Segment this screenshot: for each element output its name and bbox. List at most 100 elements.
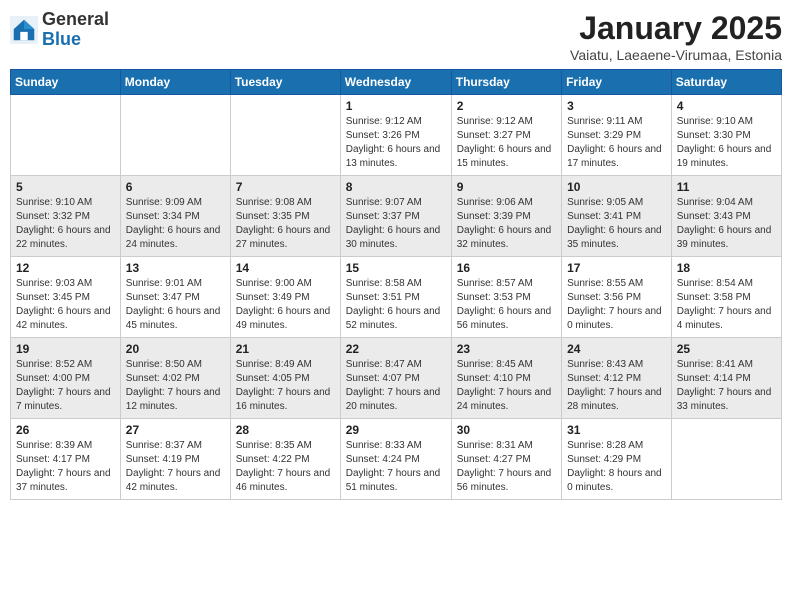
day-info: Sunrise: 8:37 AM Sunset: 4:19 PM Dayligh… [126,439,225,495]
logo-text: General Blue [42,10,109,50]
logo-general: General [42,9,109,29]
calendar-day-cell: 31 Sunrise: 8:28 AM Sunset: 4:29 PM Dayli… [562,419,672,500]
calendar-table: SundayMondayTuesdayWednesdayThursdayFrid… [10,69,782,500]
calendar-day-cell: 6 Sunrise: 9:09 AM Sunset: 3:34 PM Daylig… [120,176,230,257]
calendar-day-cell: 27 Sunrise: 8:37 AM Sunset: 4:19 PM Dayli… [120,419,230,500]
day-info: Sunrise: 9:12 AM Sunset: 3:27 PM Dayligh… [457,115,556,171]
day-number: 24 [567,342,666,356]
calendar-day-cell: 8 Sunrise: 9:07 AM Sunset: 3:37 PM Daylig… [340,176,451,257]
calendar-day-cell [230,95,340,176]
calendar-day-cell: 17 Sunrise: 8:55 AM Sunset: 3:56 PM Dayli… [562,257,672,338]
calendar-day-cell: 5Sunrise: 9:10 AM Sunset: 3:32 PM Daylig… [11,176,121,257]
logo: General Blue [10,10,109,50]
day-number: 30 [457,423,556,437]
calendar-day-cell: 28 Sunrise: 8:35 AM Sunset: 4:22 PM Dayli… [230,419,340,500]
day-number: 10 [567,180,666,194]
day-number: 22 [346,342,446,356]
calendar-day-cell: 29Sunrise: 8:33 AM Sunset: 4:24 PM Dayli… [340,419,451,500]
calendar-day-cell [671,419,781,500]
day-info: Sunrise: 9:06 AM Sunset: 3:39 PM Dayligh… [457,196,556,252]
title-block: January 2025 Vaiatu, Laeaene-Virumaa, Es… [570,10,782,63]
page-header: General Blue January 2025 Vaiatu, Laeaen… [10,10,782,63]
day-number: 23 [457,342,556,356]
calendar-day-cell: 2 Sunrise: 9:12 AM Sunset: 3:27 PM Daylig… [451,95,561,176]
day-info: Sunrise: 8:45 AM Sunset: 4:10 PM Dayligh… [457,358,556,414]
day-info: Sunrise: 8:54 AM Sunset: 3:58 PM Dayligh… [677,277,776,333]
calendar-week-row: 12 Sunrise: 9:03 AM Sunset: 3:45 PM Dayli… [11,257,782,338]
day-number: 29 [346,423,446,437]
day-info: Sunrise: 8:58 AM Sunset: 3:51 PM Dayligh… [346,277,446,333]
calendar-header-row: SundayMondayTuesdayWednesdayThursdayFrid… [11,70,782,95]
day-info: Sunrise: 8:31 AM Sunset: 4:27 PM Dayligh… [457,439,556,495]
day-info: Sunrise: 8:49 AM Sunset: 4:05 PM Dayligh… [236,358,335,414]
calendar-day-cell: 7Sunrise: 9:08 AM Sunset: 3:35 PM Daylig… [230,176,340,257]
day-info: Sunrise: 8:41 AM Sunset: 4:14 PM Dayligh… [677,358,776,414]
calendar-week-row: 1 Sunrise: 9:12 AM Sunset: 3:26 PM Daylig… [11,95,782,176]
day-info: Sunrise: 9:01 AM Sunset: 3:47 PM Dayligh… [126,277,225,333]
day-number: 1 [346,99,446,113]
day-info: Sunrise: 9:12 AM Sunset: 3:26 PM Dayligh… [346,115,446,171]
day-info: Sunrise: 8:52 AM Sunset: 4:00 PM Dayligh… [16,358,115,414]
day-number: 25 [677,342,776,356]
day-info: Sunrise: 9:05 AM Sunset: 3:41 PM Dayligh… [567,196,666,252]
weekday-header: Wednesday [340,70,451,95]
day-number: 17 [567,261,666,275]
calendar-day-cell: 30 Sunrise: 8:31 AM Sunset: 4:27 PM Dayli… [451,419,561,500]
day-number: 16 [457,261,556,275]
weekday-header: Monday [120,70,230,95]
calendar-day-cell: 9 Sunrise: 9:06 AM Sunset: 3:39 PM Daylig… [451,176,561,257]
day-number: 19 [16,342,115,356]
calendar-week-row: 19 Sunrise: 8:52 AM Sunset: 4:00 PM Dayli… [11,338,782,419]
calendar-day-cell: 15 Sunrise: 8:58 AM Sunset: 3:51 PM Dayli… [340,257,451,338]
day-number: 14 [236,261,335,275]
calendar-day-cell: 3Sunrise: 9:11 AM Sunset: 3:29 PM Daylig… [562,95,672,176]
day-info: Sunrise: 9:03 AM Sunset: 3:45 PM Dayligh… [16,277,115,333]
day-number: 9 [457,180,556,194]
calendar-title: January 2025 [570,10,782,47]
day-info: Sunrise: 9:00 AM Sunset: 3:49 PM Dayligh… [236,277,335,333]
weekday-header: Sunday [11,70,121,95]
calendar-day-cell: 22 Sunrise: 8:47 AM Sunset: 4:07 PM Dayli… [340,338,451,419]
calendar-day-cell: 23 Sunrise: 8:45 AM Sunset: 4:10 PM Dayli… [451,338,561,419]
day-info: Sunrise: 8:35 AM Sunset: 4:22 PM Dayligh… [236,439,335,495]
day-number: 12 [16,261,115,275]
day-number: 20 [126,342,225,356]
calendar-day-cell: 24Sunrise: 8:43 AM Sunset: 4:12 PM Dayli… [562,338,672,419]
calendar-day-cell [11,95,121,176]
day-number: 13 [126,261,225,275]
day-info: Sunrise: 8:57 AM Sunset: 3:53 PM Dayligh… [457,277,556,333]
day-info: Sunrise: 8:47 AM Sunset: 4:07 PM Dayligh… [346,358,446,414]
day-info: Sunrise: 9:10 AM Sunset: 3:30 PM Dayligh… [677,115,776,171]
calendar-day-cell: 1 Sunrise: 9:12 AM Sunset: 3:26 PM Daylig… [340,95,451,176]
calendar-day-cell: 13 Sunrise: 9:01 AM Sunset: 3:47 PM Dayli… [120,257,230,338]
day-info: Sunrise: 9:07 AM Sunset: 3:37 PM Dayligh… [346,196,446,252]
day-number: 5 [16,180,115,194]
calendar-day-cell: 16 Sunrise: 8:57 AM Sunset: 3:53 PM Dayli… [451,257,561,338]
day-info: Sunrise: 8:39 AM Sunset: 4:17 PM Dayligh… [16,439,115,495]
calendar-day-cell: 18Sunrise: 8:54 AM Sunset: 3:58 PM Dayli… [671,257,781,338]
calendar-day-cell: 19 Sunrise: 8:52 AM Sunset: 4:00 PM Dayli… [11,338,121,419]
logo-icon [10,16,38,44]
day-info: Sunrise: 9:09 AM Sunset: 3:34 PM Dayligh… [126,196,225,252]
calendar-day-cell: 10 Sunrise: 9:05 AM Sunset: 3:41 PM Dayli… [562,176,672,257]
day-number: 26 [16,423,115,437]
calendar-day-cell [120,95,230,176]
day-number: 4 [677,99,776,113]
calendar-subtitle: Vaiatu, Laeaene-Virumaa, Estonia [570,47,782,63]
day-info: Sunrise: 9:11 AM Sunset: 3:29 PM Dayligh… [567,115,666,171]
day-number: 2 [457,99,556,113]
day-number: 27 [126,423,225,437]
day-number: 28 [236,423,335,437]
day-info: Sunrise: 8:55 AM Sunset: 3:56 PM Dayligh… [567,277,666,333]
day-number: 31 [567,423,666,437]
day-number: 7 [236,180,335,194]
day-number: 8 [346,180,446,194]
day-number: 11 [677,180,776,194]
calendar-day-cell: 14 Sunrise: 9:00 AM Sunset: 3:49 PM Dayli… [230,257,340,338]
weekday-header: Saturday [671,70,781,95]
calendar-day-cell: 25 Sunrise: 8:41 AM Sunset: 4:14 PM Dayli… [671,338,781,419]
weekday-header: Friday [562,70,672,95]
day-number: 15 [346,261,446,275]
day-info: Sunrise: 8:28 AM Sunset: 4:29 PM Dayligh… [567,439,666,495]
day-number: 6 [126,180,225,194]
